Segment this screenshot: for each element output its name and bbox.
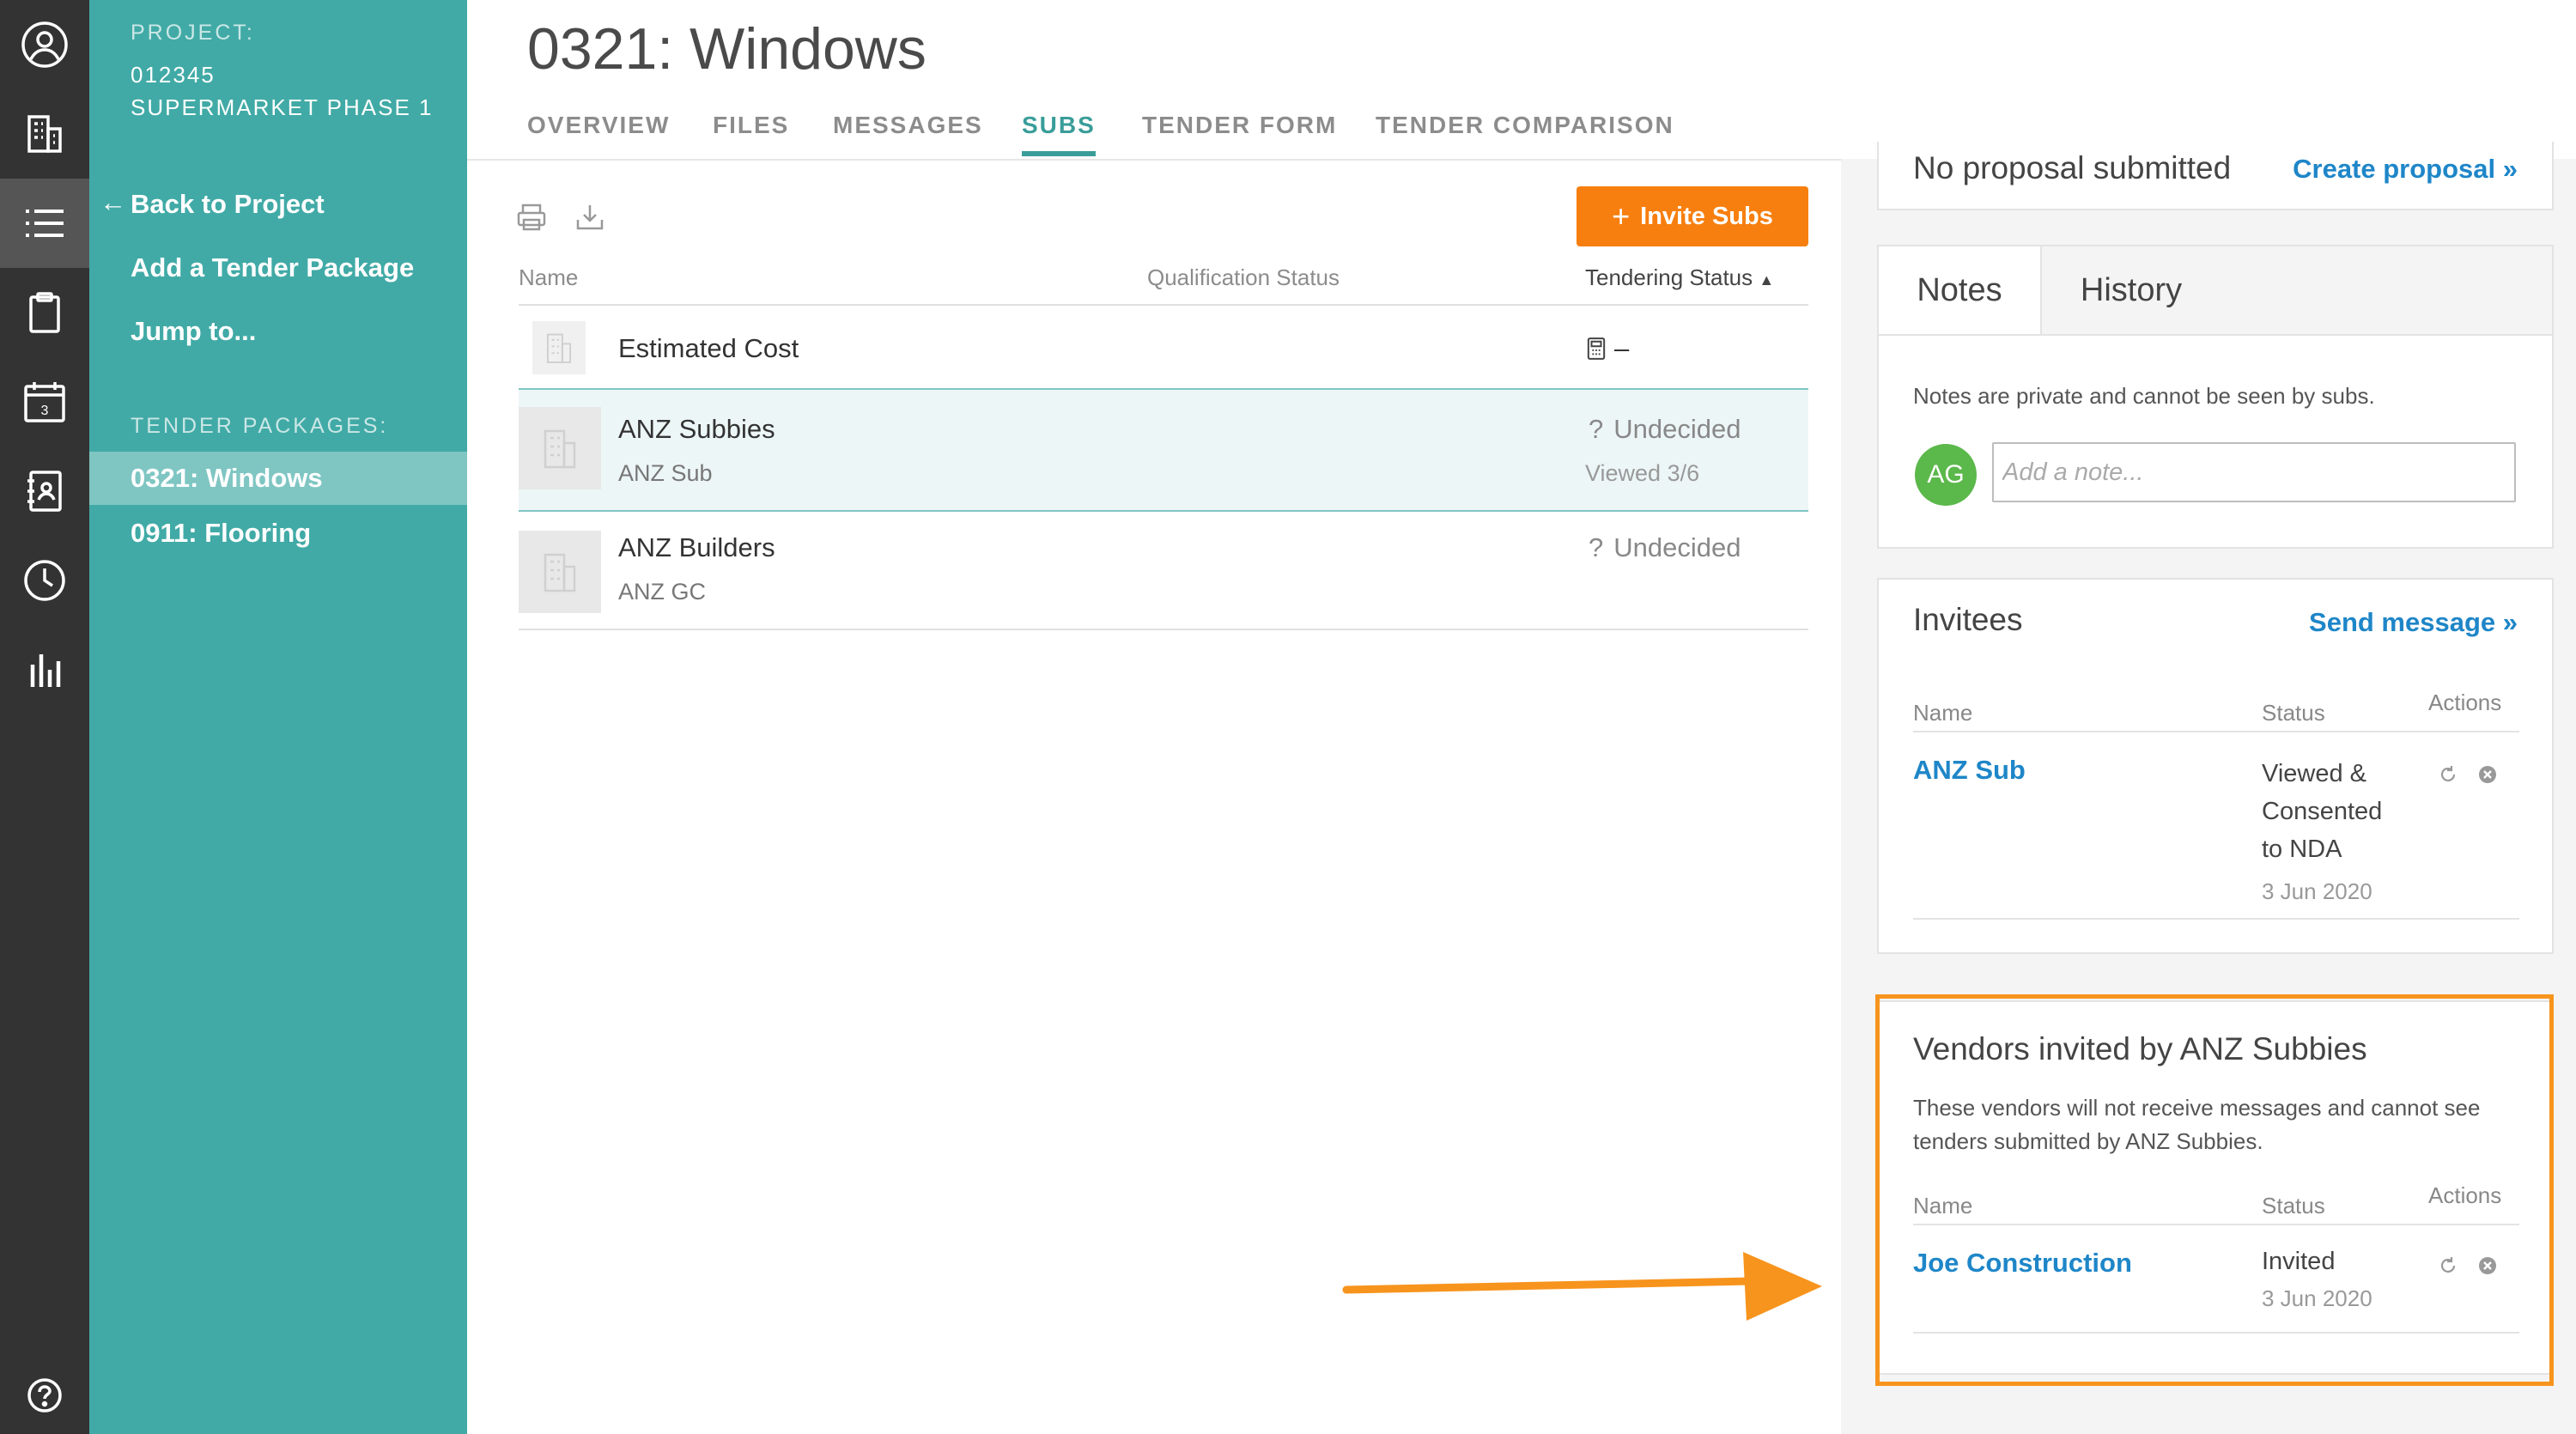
sort-asc-icon: ▲ bbox=[1759, 271, 1775, 289]
calculator-icon bbox=[1587, 337, 1606, 360]
invitees-card: Invitees Send message » Name Status Acti… bbox=[1877, 578, 2554, 954]
proposal-card: No proposal submitted Create proposal » bbox=[1877, 142, 2554, 210]
sidebar-package-flooring[interactable]: 0911: Flooring bbox=[89, 507, 467, 560]
tendering-status-label: Tendering Status bbox=[1585, 264, 1753, 290]
tab-files[interactable]: FILES bbox=[713, 112, 789, 139]
download-icon[interactable] bbox=[574, 201, 606, 234]
tendering-status: ? Undecided bbox=[1589, 532, 1741, 563]
table-row[interactable]: ANZ Subbies ANZ Sub ? Undecided Viewed 3/… bbox=[519, 388, 1808, 512]
address-book-icon[interactable] bbox=[0, 447, 89, 536]
notes-privacy-text: Notes are private and cannot be seen by … bbox=[1913, 383, 2375, 409]
estimated-cost-value: – bbox=[1614, 333, 1630, 363]
send-message-link[interactable]: Send message » bbox=[2309, 607, 2518, 638]
building-icon bbox=[519, 407, 601, 489]
building-icon bbox=[519, 531, 601, 613]
invitee-name-link[interactable]: ANZ Sub bbox=[1913, 755, 2026, 786]
invitees-col-status: Status bbox=[2262, 700, 2325, 726]
column-header-qualification[interactable]: Qualification Status bbox=[1147, 264, 1340, 291]
building-icon bbox=[532, 321, 586, 374]
icon-rail: 3 bbox=[0, 0, 89, 1434]
tab-notes[interactable]: Notes bbox=[1879, 246, 2042, 334]
invitee-status-line: to NDA bbox=[2262, 835, 2342, 863]
header-divider bbox=[467, 159, 1841, 161]
create-proposal-link[interactable]: Create proposal » bbox=[2293, 154, 2518, 185]
proposal-status: No proposal submitted bbox=[1913, 150, 2232, 185]
invite-subs-label: Invite Subs bbox=[1640, 202, 1773, 230]
jump-to-link[interactable]: Jump to... bbox=[131, 316, 256, 347]
invitee-status-line: Consented bbox=[2262, 798, 2383, 825]
sub-contact: ANZ GC bbox=[618, 579, 707, 605]
list-icon[interactable] bbox=[0, 179, 89, 268]
tab-tender-comparison[interactable]: TENDER COMPARISON bbox=[1376, 112, 1674, 139]
question-icon: ? bbox=[1589, 414, 1604, 444]
project-name: SUPERMARKET PHASE 1 bbox=[131, 94, 434, 120]
back-to-project-link[interactable]: ← Back to Project bbox=[100, 187, 325, 220]
invitee-status: Viewed & Consented to NDA bbox=[2262, 755, 2382, 868]
print-icon[interactable] bbox=[515, 201, 548, 234]
sub-contact: ANZ Sub bbox=[618, 460, 713, 486]
invitee-date: 3 Jun 2020 bbox=[2262, 878, 2372, 904]
estimated-cost-value-wrap[interactable]: – bbox=[1587, 333, 1629, 364]
tab-history[interactable]: History bbox=[2042, 246, 2221, 334]
invitee-status-line: Viewed & bbox=[2262, 760, 2366, 787]
tendering-status-text: Undecided bbox=[1613, 414, 1741, 444]
project-sidebar: PROJECT: 012345 SUPERMARKET PHASE 1 ← Ba… bbox=[89, 0, 467, 1434]
highlight-box bbox=[1875, 994, 2554, 1386]
tab-subs[interactable]: SUBS bbox=[1022, 112, 1096, 156]
project-number: 012345 bbox=[131, 62, 216, 88]
tab-messages[interactable]: MESSAGES bbox=[833, 112, 983, 139]
notes-card: Notes History Notes are private and cann… bbox=[1877, 245, 2554, 549]
clock-icon[interactable] bbox=[0, 536, 89, 625]
arrow-left-icon: ← bbox=[100, 187, 126, 217]
invitees-bottom-divider bbox=[1913, 918, 2519, 920]
remove-icon[interactable] bbox=[2476, 763, 2499, 786]
note-input[interactable] bbox=[1992, 442, 2516, 502]
svg-text:3: 3 bbox=[41, 404, 49, 418]
clipboard-icon[interactable] bbox=[0, 268, 89, 357]
help-icon[interactable] bbox=[0, 1357, 89, 1434]
resend-icon[interactable] bbox=[2437, 763, 2459, 786]
calendar-icon[interactable]: 3 bbox=[0, 357, 89, 447]
estimated-cost-row: Estimated Cost – bbox=[519, 306, 1808, 390]
invitees-col-actions: Actions bbox=[2428, 690, 2502, 715]
tab-tender-form[interactable]: TENDER FORM bbox=[1142, 112, 1337, 139]
add-tender-package-link[interactable]: Add a Tender Package bbox=[131, 252, 414, 283]
user-circle-icon[interactable] bbox=[0, 0, 89, 89]
sub-name[interactable]: ANZ Builders bbox=[618, 532, 775, 563]
table-bottom-divider bbox=[519, 629, 1808, 630]
invitees-col-name: Name bbox=[1913, 700, 1973, 726]
invite-subs-button[interactable]: + Invite Subs bbox=[1577, 186, 1808, 246]
estimated-cost-label: Estimated Cost bbox=[618, 333, 799, 363]
back-to-project-label: Back to Project bbox=[131, 189, 325, 219]
plus-icon: + bbox=[1612, 198, 1631, 234]
sub-name[interactable]: ANZ Subbies bbox=[618, 414, 775, 445]
buildings-icon[interactable] bbox=[0, 89, 89, 179]
question-icon: ? bbox=[1589, 532, 1604, 562]
viewed-count: Viewed 3/6 bbox=[1585, 460, 1700, 486]
avatar: AG bbox=[1915, 444, 1977, 506]
invitees-title: Invitees bbox=[1913, 602, 2023, 637]
page-title: 0321: Windows bbox=[527, 16, 927, 82]
bar-chart-icon[interactable] bbox=[0, 625, 89, 714]
table-row[interactable]: ANZ Builders ANZ GC ? Undecided bbox=[519, 513, 1808, 629]
project-caption: PROJECT: bbox=[131, 21, 255, 45]
sidebar-package-windows[interactable]: 0321: Windows bbox=[89, 452, 467, 505]
tendering-status-text: Undecided bbox=[1613, 532, 1741, 562]
column-header-tendering[interactable]: Tendering Status ▲ bbox=[1585, 264, 1774, 291]
tab-overview[interactable]: OVERVIEW bbox=[527, 112, 670, 139]
invitees-header-divider bbox=[1913, 731, 2519, 732]
annotation-arrow-icon bbox=[1342, 1252, 1822, 1321]
column-header-name[interactable]: Name bbox=[519, 264, 578, 291]
tendering-status: ? Undecided bbox=[1589, 414, 1741, 445]
tender-packages-caption: TENDER PACKAGES: bbox=[131, 414, 389, 438]
